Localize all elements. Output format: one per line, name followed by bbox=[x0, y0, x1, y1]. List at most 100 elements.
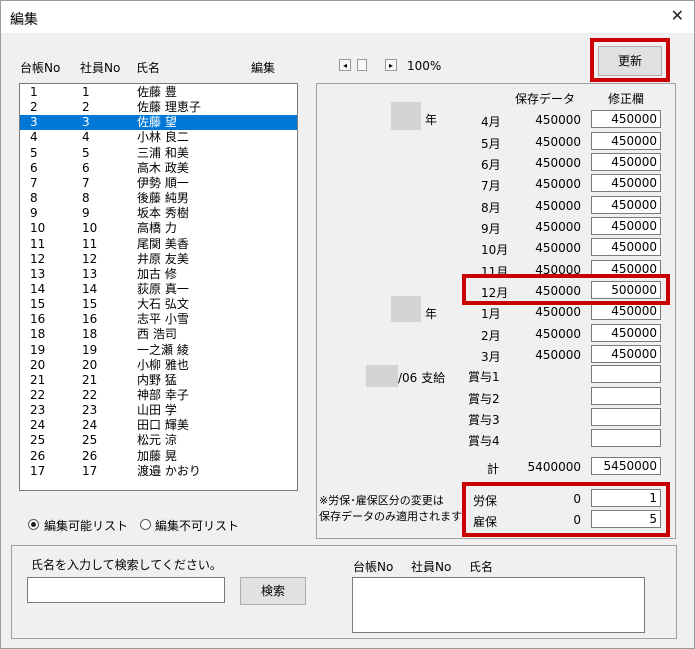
list-item[interactable]: 2 2 佐藤 理恵子 bbox=[20, 100, 297, 115]
list-item[interactable]: 23 23 山田 学 bbox=[20, 403, 297, 418]
list-item[interactable]: 3 3 佐藤 望 bbox=[20, 115, 297, 131]
list-item[interactable]: 13 13 加古 修 bbox=[20, 267, 297, 282]
list-item-name: 佐藤 望 bbox=[137, 115, 177, 130]
year-label-1: 年 bbox=[425, 113, 438, 127]
insurance-note-line2: 保存データのみ適用されます bbox=[319, 510, 462, 523]
search-input[interactable] bbox=[27, 577, 225, 603]
month-fix-field[interactable]: 450000 bbox=[591, 132, 661, 150]
list-item-name: 荻原 真一 bbox=[137, 281, 189, 296]
bonus-label: 賞与1 bbox=[468, 370, 500, 384]
result-header-name: 氏名 bbox=[469, 560, 494, 574]
list-item-employee-no: 10 bbox=[82, 221, 98, 236]
radio-editable-list[interactable] bbox=[28, 519, 39, 530]
list-item-ledger-no: 5 bbox=[30, 145, 38, 160]
list-item-employee-no: 26 bbox=[82, 448, 98, 463]
list-item-employee-no: 7 bbox=[82, 175, 90, 190]
month-fix-field[interactable]: 450000 bbox=[591, 217, 661, 235]
list-item-ledger-no: 1 bbox=[30, 85, 38, 99]
month-fix-field[interactable]: 450000 bbox=[591, 174, 661, 192]
list-item-employee-no: 18 bbox=[82, 327, 98, 342]
list-item-name: 大石 弘文 bbox=[137, 297, 189, 312]
list-item[interactable]: 14 14 荻原 真一 bbox=[20, 282, 297, 297]
list-item[interactable]: 18 18 西 浩司 bbox=[20, 327, 297, 342]
list-item[interactable]: 7 7 伊勢 順一 bbox=[20, 176, 297, 191]
list-item[interactable]: 26 26 加藤 晃 bbox=[20, 449, 297, 464]
month-fix-field[interactable]: 450000 bbox=[591, 196, 661, 214]
list-item[interactable]: 24 24 田口 輝美 bbox=[20, 418, 297, 433]
zoom-decrease-button[interactable]: ◂ bbox=[339, 59, 351, 71]
month-fix-field[interactable]: 450000 bbox=[591, 345, 661, 363]
month-saved-value: 450000 bbox=[535, 156, 581, 170]
list-item[interactable]: 19 19 一之瀬 綾 bbox=[20, 343, 297, 358]
list-item[interactable]: 16 16 志平 小雪 bbox=[20, 312, 297, 327]
close-icon[interactable]: ✕ bbox=[671, 6, 684, 25]
list-item[interactable]: 15 15 大石 弘文 bbox=[20, 297, 297, 312]
list-header-name: 氏名 bbox=[136, 61, 161, 75]
list-item[interactable]: 8 8 後藤 純男 bbox=[20, 191, 297, 206]
bonus-fix-field[interactable] bbox=[591, 387, 661, 405]
list-item[interactable]: 11 11 尾関 美香 bbox=[20, 237, 297, 252]
employee-list[interactable]: 1 1 佐藤 豊 2 2 佐藤 理恵子 3 3 佐藤 望 4 4 小林 良二 5 5 三浦 和美 6 6 高木 政… bbox=[19, 83, 298, 491]
search-instruction: 氏名を入力して検索してください。 bbox=[31, 558, 222, 572]
list-item-ledger-no: 26 bbox=[30, 448, 46, 463]
list-item-ledger-no: 13 bbox=[30, 266, 46, 281]
bonus-label: 賞与2 bbox=[468, 392, 500, 406]
bonus-payment-label: /06 支給 bbox=[398, 371, 446, 385]
list-item-ledger-no: 3 bbox=[30, 115, 38, 130]
list-item-ledger-no: 4 bbox=[30, 130, 38, 145]
month-fix-field[interactable]: 450000 bbox=[591, 110, 661, 128]
list-item[interactable]: 1 1 佐藤 豊 bbox=[20, 85, 297, 100]
bonus-fix-field[interactable] bbox=[591, 429, 661, 447]
list-item[interactable]: 17 17 渡邉 かおり bbox=[20, 464, 297, 479]
list-item-name: 加藤 晃 bbox=[137, 448, 177, 463]
radio-non-editable-label: 編集不可リスト bbox=[155, 519, 240, 533]
list-item[interactable]: 22 22 神部 幸子 bbox=[20, 388, 297, 403]
month-label: 8月 bbox=[481, 201, 501, 215]
month-fix-field[interactable]: 450000 bbox=[591, 238, 661, 256]
list-item[interactable]: 25 25 松元 涼 bbox=[20, 433, 297, 448]
list-item-name: 小林 良二 bbox=[137, 130, 189, 145]
list-item-ledger-no: 22 bbox=[30, 388, 46, 402]
list-item-employee-no: 11 bbox=[82, 236, 98, 251]
list-item-ledger-no: 15 bbox=[30, 297, 46, 312]
year-label-2: 年 bbox=[425, 307, 438, 321]
search-button[interactable]: 検索 bbox=[240, 577, 306, 605]
search-result-list[interactable] bbox=[352, 577, 645, 633]
list-item[interactable]: 20 20 小柳 雅也 bbox=[20, 358, 297, 373]
month-saved-value: 450000 bbox=[535, 113, 581, 127]
list-item[interactable]: 6 6 高木 政美 bbox=[20, 161, 297, 176]
list-item-name: 加古 修 bbox=[137, 266, 177, 281]
list-item-employee-no: 5 bbox=[82, 145, 90, 160]
list-item-name: 志平 小雪 bbox=[137, 312, 189, 327]
list-item-employee-no: 24 bbox=[82, 418, 98, 433]
insurance-note-line1: ※労保･雇保区分の変更は bbox=[319, 494, 444, 507]
month-fix-field[interactable]: 450000 bbox=[591, 153, 661, 171]
list-item[interactable]: 10 10 高橋 力 bbox=[20, 221, 297, 236]
list-item[interactable]: 9 9 坂本 秀樹 bbox=[20, 206, 297, 221]
total-label: 計 bbox=[487, 462, 500, 476]
list-item-employee-no: 6 bbox=[82, 160, 90, 175]
list-item-employee-no: 16 bbox=[82, 312, 98, 327]
list-item[interactable]: 4 4 小林 良二 bbox=[20, 130, 297, 145]
radio-non-editable-list[interactable] bbox=[140, 519, 151, 530]
zoom-thumb[interactable] bbox=[357, 59, 367, 71]
total-saved: 5400000 bbox=[527, 460, 581, 474]
bonus-label: 賞与3 bbox=[468, 413, 500, 427]
list-item-employee-no: 4 bbox=[82, 130, 90, 145]
month-label: 2月 bbox=[481, 329, 501, 343]
month-fix-field[interactable]: 450000 bbox=[591, 324, 661, 342]
list-item[interactable]: 5 5 三浦 和美 bbox=[20, 146, 297, 161]
list-item[interactable]: 21 21 内野 猛 bbox=[20, 373, 297, 388]
zoom-increase-button[interactable]: ▸ bbox=[385, 59, 397, 71]
list-item-ledger-no: 9 bbox=[30, 206, 38, 221]
list-item[interactable]: 12 12 井原 友美 bbox=[20, 252, 297, 267]
total-fix-field[interactable]: 5450000 bbox=[591, 457, 661, 475]
bonus-fix-field[interactable] bbox=[591, 408, 661, 426]
list-item-name: 三浦 和美 bbox=[137, 145, 189, 160]
list-item-name: 田口 輝美 bbox=[137, 418, 189, 433]
list-item-ledger-no: 24 bbox=[30, 418, 46, 433]
bonus-fix-field[interactable] bbox=[591, 365, 661, 383]
month-saved-value: 450000 bbox=[535, 327, 581, 341]
list-item-employee-no: 25 bbox=[82, 433, 98, 448]
list-item-ledger-no: 23 bbox=[30, 403, 46, 418]
